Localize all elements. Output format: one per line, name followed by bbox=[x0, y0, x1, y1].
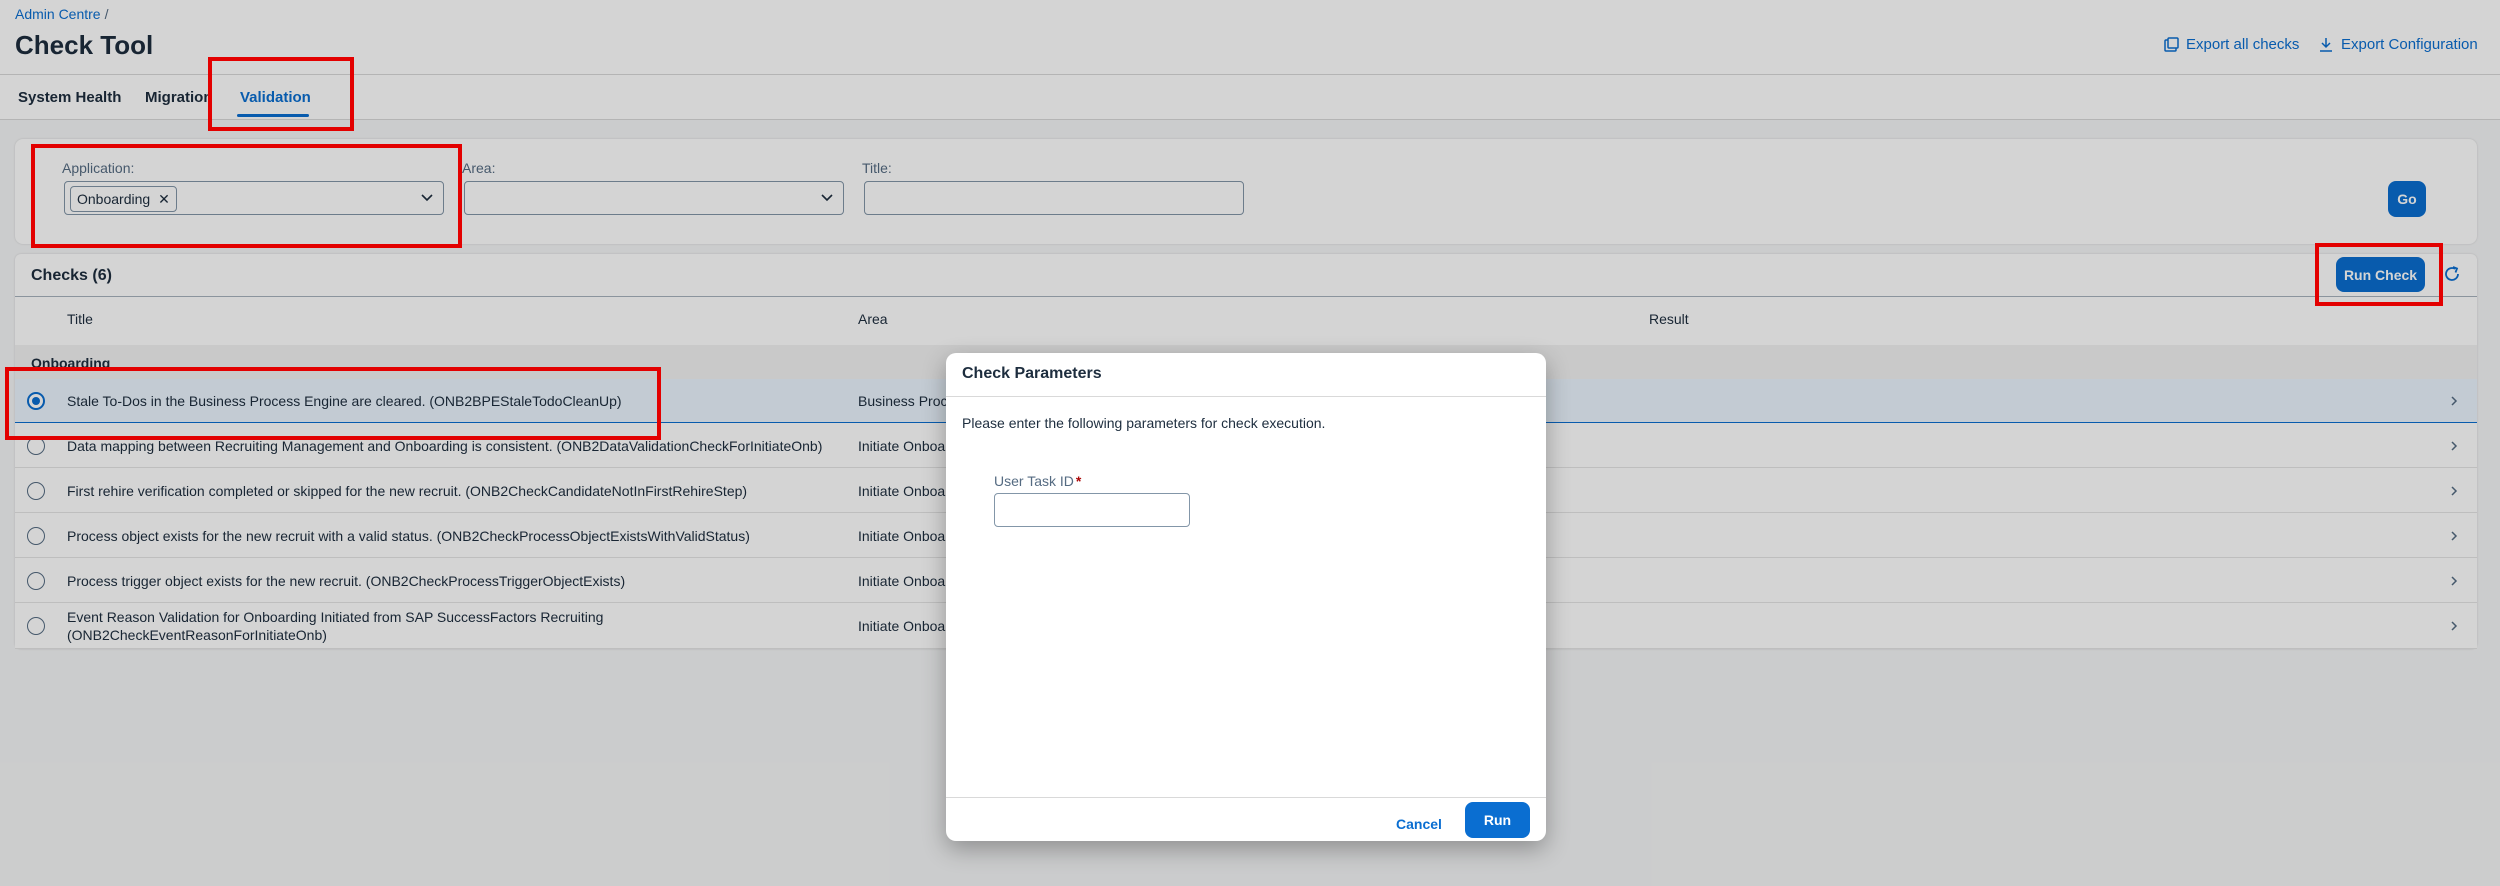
run-button[interactable]: Run bbox=[1465, 802, 1530, 838]
dialog-footer-divider bbox=[946, 797, 1546, 798]
highlight-validation-tab bbox=[208, 57, 354, 131]
dialog-title: Check Parameters bbox=[962, 365, 1102, 382]
user-task-id-label-text: User Task ID bbox=[994, 473, 1074, 489]
cancel-button[interactable]: Cancel bbox=[1396, 816, 1442, 832]
highlight-run-check-button bbox=[2315, 243, 2443, 306]
dialog-message: Please enter the following parameters fo… bbox=[962, 415, 1326, 431]
check-parameters-dialog: Check Parameters Please enter the follow… bbox=[946, 353, 1546, 841]
dialog-header-divider bbox=[946, 396, 1546, 397]
highlight-application-filter bbox=[31, 144, 462, 248]
user-task-id-label: User Task ID * bbox=[994, 473, 1081, 489]
required-indicator: * bbox=[1075, 473, 1082, 489]
user-task-id-input[interactable] bbox=[994, 493, 1190, 527]
highlight-selected-row bbox=[5, 367, 661, 440]
